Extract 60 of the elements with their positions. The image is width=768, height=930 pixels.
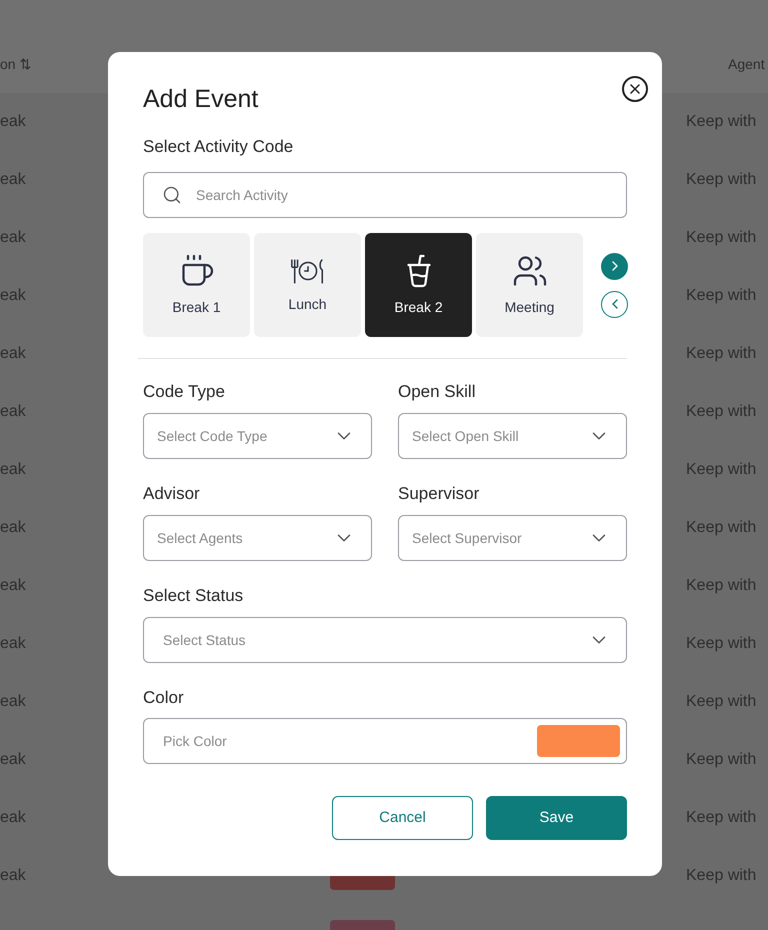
table-cell-text: eak: [0, 634, 27, 654]
dialog-title: Add Event: [143, 84, 258, 114]
table-cell-text: eak: [0, 344, 27, 364]
table-cell-text: Keep with: [686, 808, 756, 828]
table-cell-text: eak: [0, 750, 27, 770]
select-field[interactable]: Select Status: [143, 617, 627, 663]
color-field[interactable]: Pick Color: [143, 718, 627, 764]
activity-card[interactable]: Break 2: [365, 233, 472, 337]
placeholder-text: Select Open Skill: [412, 426, 519, 446]
table-cell-text: Keep with: [686, 866, 756, 886]
select-field[interactable]: Select Code Type: [143, 413, 372, 459]
table-cell-text: Keep with: [686, 112, 756, 132]
search-field[interactable]: Search Activity: [143, 172, 627, 218]
table-cell-text: eak: [0, 286, 27, 306]
next-button[interactable]: [601, 252, 628, 280]
field-label: Code Type: [143, 381, 226, 403]
activity-card[interactable]: Break 1: [143, 233, 250, 337]
placeholder-text: Select Agents: [157, 528, 243, 548]
table-cell-text: eak: [0, 866, 27, 886]
table-cell-text: Keep with: [686, 170, 756, 190]
table-cell-text: Keep with: [686, 460, 756, 480]
table-cell-text: Keep with: [686, 750, 756, 770]
select-field[interactable]: Select Agents: [143, 515, 372, 561]
table-cell-text: Keep with: [686, 286, 756, 306]
table-cell-text: eak: [0, 170, 27, 190]
field-label: Color: [143, 687, 185, 709]
table-cell-text: Keep with: [686, 344, 756, 364]
activity-card[interactable]: Lunch: [254, 233, 361, 337]
column-header[interactable]: Agent: [728, 54, 768, 75]
placeholder-text: Select Status: [162, 630, 246, 650]
cancel-button[interactable]: Cancel: [332, 796, 473, 840]
table-cell-text: Keep with: [686, 402, 756, 422]
save-button[interactable]: Save: [486, 796, 627, 840]
select-field[interactable]: Select Open Skill: [398, 413, 627, 459]
field-label: Advisor: [143, 483, 201, 505]
table-cell-text: eak: [0, 402, 27, 422]
table-cell-text: Keep with: [686, 634, 756, 654]
table-cell-text: eak: [0, 112, 27, 132]
table-cell-text: eak: [0, 228, 27, 248]
previous-button[interactable]: [601, 290, 628, 318]
section-label: Select Activity Code: [143, 136, 294, 158]
field-label: Supervisor: [398, 483, 480, 505]
placeholder-text: Search Activity: [196, 186, 288, 205]
placeholder-text: Select Supervisor: [412, 528, 522, 548]
field-label: Open Skill: [398, 381, 476, 403]
table-cell-text: eak: [0, 518, 27, 538]
placeholder-text: Select Code Type: [157, 426, 268, 446]
table-cell-text: Keep with: [686, 518, 756, 538]
column-header[interactable]: on ⇅: [0, 54, 32, 75]
select-field[interactable]: Select Supervisor: [398, 515, 627, 561]
placeholder-text: Pick Color: [163, 732, 227, 750]
close-button[interactable]: [622, 76, 648, 102]
search-icon: [162, 185, 182, 205]
table-cell-text: eak: [0, 808, 27, 828]
field-label: Select Status: [143, 585, 244, 607]
table-cell-text: Keep with: [686, 228, 756, 248]
table-cell-text: Keep with: [686, 692, 756, 712]
activity-card[interactable]: Meeting: [476, 233, 583, 337]
table-cell-text: Keep with: [686, 576, 756, 596]
table-cell-text: eak: [0, 460, 27, 480]
